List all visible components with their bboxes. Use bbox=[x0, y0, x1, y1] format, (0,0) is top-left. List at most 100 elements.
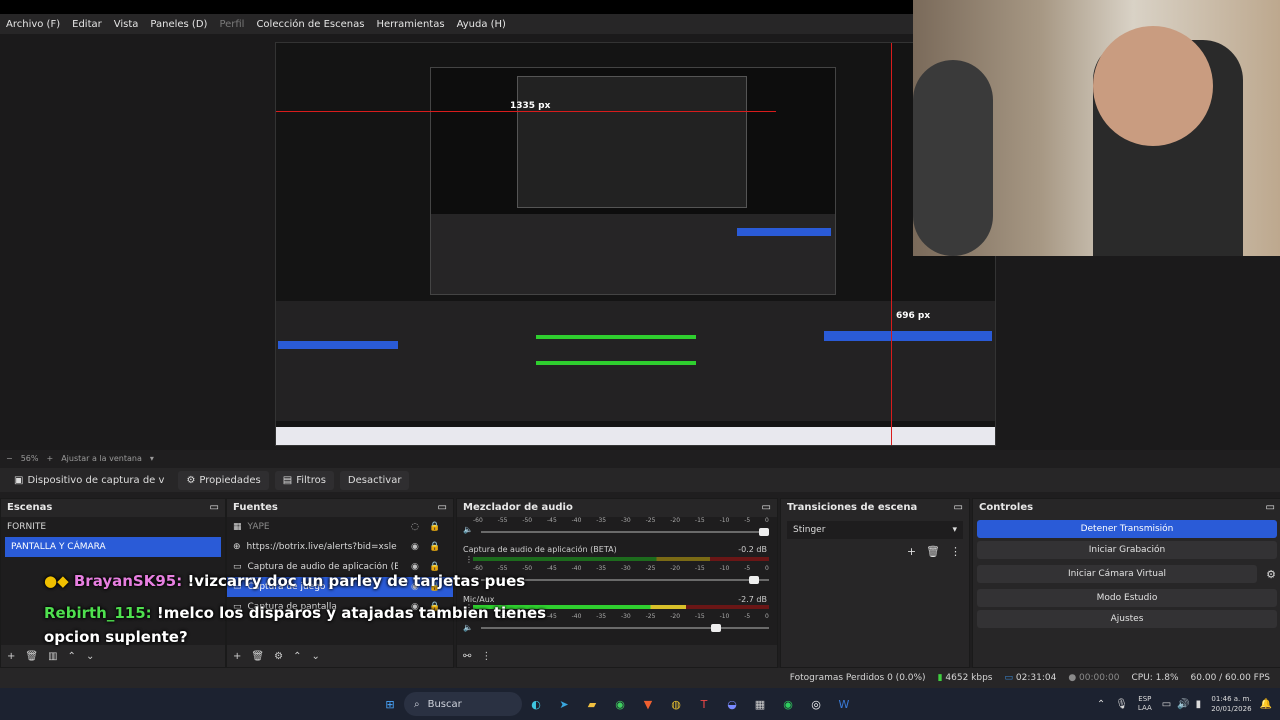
dock-menu-icon[interactable]: ▭ bbox=[954, 502, 963, 513]
dock-menu-icon[interactable]: ▭ bbox=[438, 502, 447, 513]
menu-ayuda[interactable]: Ayuda (H) bbox=[451, 19, 512, 30]
properties-button[interactable]: ⚙ Propiedades bbox=[178, 470, 269, 490]
edge-icon[interactable]: ◐ bbox=[526, 694, 546, 714]
arrow-down-icon[interactable]: ⌄ bbox=[86, 651, 94, 662]
transition-select[interactable]: Stinger ▾ bbox=[787, 521, 963, 539]
filters-button[interactable]: ▤ Filtros bbox=[274, 470, 334, 490]
trash-icon[interactable]: 🗑 bbox=[25, 651, 38, 662]
current-source: ▣ Dispositivo de captura de v bbox=[6, 471, 172, 490]
obs-icon[interactable]: ◎ bbox=[806, 694, 826, 714]
brave-icon[interactable]: ▼ bbox=[638, 694, 658, 714]
menu-vista[interactable]: Vista bbox=[108, 19, 145, 30]
network-icon[interactable]: ▭ bbox=[1162, 699, 1171, 710]
scenes-toolbar: + 🗑 ▥ ⌃ ⌄ bbox=[1, 645, 225, 667]
meter-ticks: -60 -55 -50 -45 -40 -35 -30 -25 -20 -15 -10 -5 0 bbox=[473, 517, 769, 524]
chevron-down-icon[interactable]: ▾ bbox=[150, 454, 154, 463]
tray-chevron-icon[interactable]: ⌃ bbox=[1097, 699, 1105, 710]
lock-icon[interactable]: 🔒 bbox=[429, 542, 440, 552]
add-icon[interactable]: + bbox=[907, 545, 916, 558]
folder-icon[interactable]: ▰ bbox=[582, 694, 602, 714]
arrow-down-icon[interactable]: ⌄ bbox=[311, 651, 319, 662]
text-app-icon[interactable]: T bbox=[694, 694, 714, 714]
kebab-icon[interactable]: ⋮ bbox=[481, 651, 491, 662]
speaker-icon[interactable]: 🔈 bbox=[463, 623, 473, 632]
telegram-icon[interactable]: ➤ bbox=[554, 694, 574, 714]
eye-hidden-icon[interactable]: ◌ bbox=[411, 522, 419, 532]
volume-slider[interactable] bbox=[481, 528, 769, 536]
gear-icon[interactable]: ⚙ bbox=[274, 651, 283, 662]
taskbar-search[interactable]: ⌕ Buscar bbox=[404, 692, 522, 716]
mic-icon[interactable]: 🎙 bbox=[1115, 699, 1128, 710]
trash-icon[interactable]: 🗑 bbox=[251, 651, 264, 662]
guide-line-vertical bbox=[891, 43, 892, 445]
menu-editar[interactable]: Editar bbox=[66, 19, 108, 30]
spotify-icon[interactable]: ◉ bbox=[778, 694, 798, 714]
menu-herramientas[interactable]: Herramientas bbox=[370, 19, 450, 30]
add-icon[interactable]: + bbox=[7, 651, 15, 662]
trash-icon[interactable]: 🗑 bbox=[926, 545, 940, 558]
chevron-down-icon: ▾ bbox=[952, 525, 957, 535]
arrow-up-icon[interactable]: ⌃ bbox=[293, 651, 301, 662]
volume-icon[interactable]: 🔊 bbox=[1177, 699, 1189, 710]
zoom-out-icon[interactable]: − bbox=[6, 454, 13, 463]
fit-window-label[interactable]: Ajustar a la ventana bbox=[61, 454, 142, 463]
word-icon[interactable]: W bbox=[834, 694, 854, 714]
menu-perfil[interactable]: Perfil bbox=[213, 19, 250, 30]
transitions-dock: Transiciones de escena ▭ Stinger ▾ + 🗑 ⋮ bbox=[780, 498, 970, 668]
studio-mode-button[interactable]: Modo Estudio bbox=[977, 589, 1277, 607]
source-label: https://botrix.live/alerts?bid=xsle3%2B9 bbox=[246, 542, 397, 552]
source-toolbar: ▣ Dispositivo de captura de v ⚙ Propieda… bbox=[0, 468, 1280, 492]
eye-icon[interactable]: ◉ bbox=[411, 542, 419, 552]
menu-bar: Archivo (F) Editar Vista Paneles (D) Per… bbox=[0, 14, 913, 34]
zoom-level: 56% bbox=[20, 453, 39, 463]
deactivate-button[interactable]: Desactivar bbox=[339, 470, 410, 490]
add-icon[interactable]: + bbox=[233, 651, 241, 662]
clock[interactable]: 01:46 a. m. 20/01/2026 bbox=[1211, 694, 1251, 714]
source-item[interactable]: ▦ YAPE ◌ 🔒 bbox=[227, 517, 453, 537]
scene-item-fornite[interactable]: FORNITE bbox=[1, 517, 225, 537]
dock-menu-icon[interactable]: ▭ bbox=[210, 502, 219, 513]
settings-button[interactable]: Ajustes bbox=[977, 610, 1277, 628]
chat-message-1: ●◆ BrayanSK95: !vizcarry doc un parley d… bbox=[44, 572, 525, 590]
source-label: YAPE bbox=[247, 522, 270, 532]
volume-slider[interactable] bbox=[481, 624, 769, 632]
menu-archivo[interactable]: Archivo (F) bbox=[0, 19, 66, 30]
globe-icon: ⊕ bbox=[233, 542, 241, 552]
windows-start-icon[interactable]: ⊞ bbox=[380, 694, 400, 714]
camera-icon: ▣ bbox=[14, 474, 24, 486]
kebab-icon[interactable]: ⋮ bbox=[465, 555, 473, 564]
preview-canvas[interactable]: 1335 px 696 px bbox=[275, 42, 996, 446]
battery-icon[interactable]: ▮ bbox=[1196, 699, 1202, 710]
speaker-icon: ▭ bbox=[233, 562, 242, 572]
arrow-up-icon[interactable]: ⌃ bbox=[68, 651, 76, 662]
whatsapp-icon[interactable]: ◉ bbox=[610, 694, 630, 714]
calculator-icon[interactable]: ▦ bbox=[750, 694, 770, 714]
kebab-icon[interactable]: ⋮ bbox=[950, 545, 961, 558]
menu-coleccion-escenas[interactable]: Colección de Escenas bbox=[250, 19, 370, 30]
zoom-in-icon[interactable]: + bbox=[46, 454, 53, 463]
gear-icon: ⚙ bbox=[186, 474, 196, 486]
start-virtual-camera-button[interactable]: Iniciar Cámara Virtual bbox=[977, 565, 1257, 583]
stop-stream-button[interactable]: Detener Transmisión bbox=[977, 520, 1277, 538]
filter-icon[interactable]: ▥ bbox=[48, 651, 57, 662]
language-indicator[interactable]: ESP LAA bbox=[1138, 695, 1152, 713]
eye-icon[interactable]: ◉ bbox=[411, 562, 419, 572]
lock-icon[interactable]: 🔒 bbox=[429, 522, 440, 532]
gear-icon[interactable]: ⚙ bbox=[1261, 568, 1280, 581]
chrome-icon[interactable]: ◍ bbox=[666, 694, 686, 714]
notification-icon[interactable]: 🔔 bbox=[1260, 699, 1272, 710]
properties-label: Propiedades bbox=[199, 474, 261, 486]
link-icon[interactable]: ⚯ bbox=[463, 651, 471, 662]
fps-indicator: 60.00 / 60.00 FPS bbox=[1190, 673, 1270, 683]
speaker-icon[interactable]: 🔈 bbox=[463, 525, 473, 534]
menu-paneles[interactable]: Paneles (D) bbox=[144, 19, 213, 30]
lock-icon[interactable]: 🔒 bbox=[429, 562, 440, 572]
start-recording-button[interactable]: Iniciar Grabación bbox=[977, 541, 1277, 559]
source-item[interactable]: ⊕ https://botrix.live/alerts?bid=xsle3%2B… bbox=[227, 537, 453, 557]
dock-menu-icon[interactable]: ▭ bbox=[762, 502, 771, 513]
window-top-strip bbox=[0, 0, 913, 14]
dock-menu-icon[interactable]: ▭ bbox=[1266, 502, 1275, 513]
nested-taskbar bbox=[276, 427, 995, 445]
scene-item-pantalla-camara[interactable]: PANTALLA Y CÁMARA bbox=[5, 537, 221, 557]
discord-icon[interactable]: ◒ bbox=[722, 694, 742, 714]
